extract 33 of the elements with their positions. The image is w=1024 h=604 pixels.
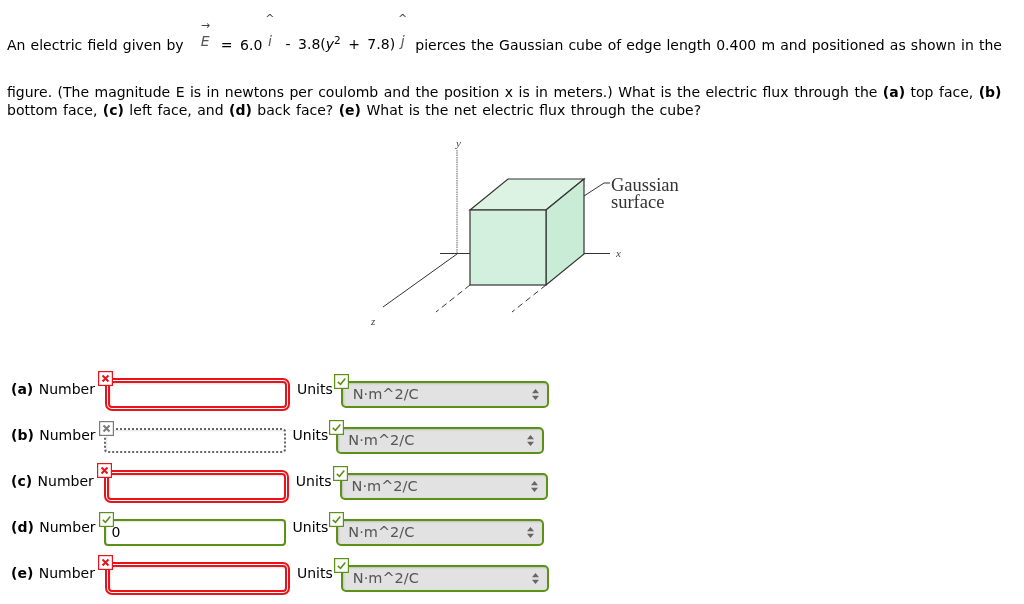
- up-down-arrows-icon: [531, 572, 539, 584]
- answer-field[interactable]: [103, 469, 289, 503]
- up-down-arrows-icon: [531, 388, 539, 400]
- axis-label: y: [456, 136, 461, 149]
- surface-label: Gaussian surface: [611, 176, 680, 211]
- answer-label: (c) Number: [11, 471, 94, 490]
- question-text: An electric field given by: [7, 36, 184, 52]
- units-dropdown[interactable]: N·m^2/C: [340, 380, 549, 408]
- answer-field[interactable]: [103, 427, 286, 453]
- answer-label: (a) Number: [11, 379, 95, 398]
- units-label: Units: [295, 471, 332, 490]
- units-label: Units: [292, 425, 329, 444]
- units-label: Units: [292, 517, 329, 536]
- units-dropdown[interactable]: N·m^2/C: [340, 564, 549, 592]
- units-dropdown[interactable]: N·m^2/C: [336, 518, 545, 546]
- equation: → E = 6.0 ^ i - 3.8(y$^{2}$ + 7.8) ^ j: [199, 12, 408, 53]
- axis-label: z: [371, 314, 376, 327]
- up-down-arrows-icon: [527, 526, 535, 538]
- question-text: figure. (The magnitude E is in newtons per coulomb and the position x is in meters.) What is the electric flux through the (a) top face, (b) bottom face, (c) left face, and (d) back face? (e) What is the net electric flux through the cube?: [7, 83, 1003, 119]
- answer-label: (e) Number: [11, 563, 95, 582]
- axis-label: x: [616, 246, 621, 259]
- units-label: Units: [297, 563, 333, 582]
- answer-label: (b) Number: [11, 425, 96, 444]
- question-text: pierces the Gaussian cube of edge length 0.400 m and positioned as shown in the: [415, 36, 1002, 52]
- units-dropdown[interactable]: N·m^2/C: [339, 472, 548, 500]
- answer-field[interactable]: [105, 561, 290, 595]
- answer-field[interactable]: 0: [103, 518, 286, 546]
- up-down-arrows-icon: [527, 434, 535, 446]
- units-label: Units: [296, 379, 333, 398]
- units-dropdown[interactable]: N·m^2/C: [336, 426, 545, 454]
- up-down-arrows-icon: [530, 480, 538, 492]
- answer-field[interactable]: [104, 377, 290, 411]
- answer-label: (d) Number: [11, 517, 96, 536]
